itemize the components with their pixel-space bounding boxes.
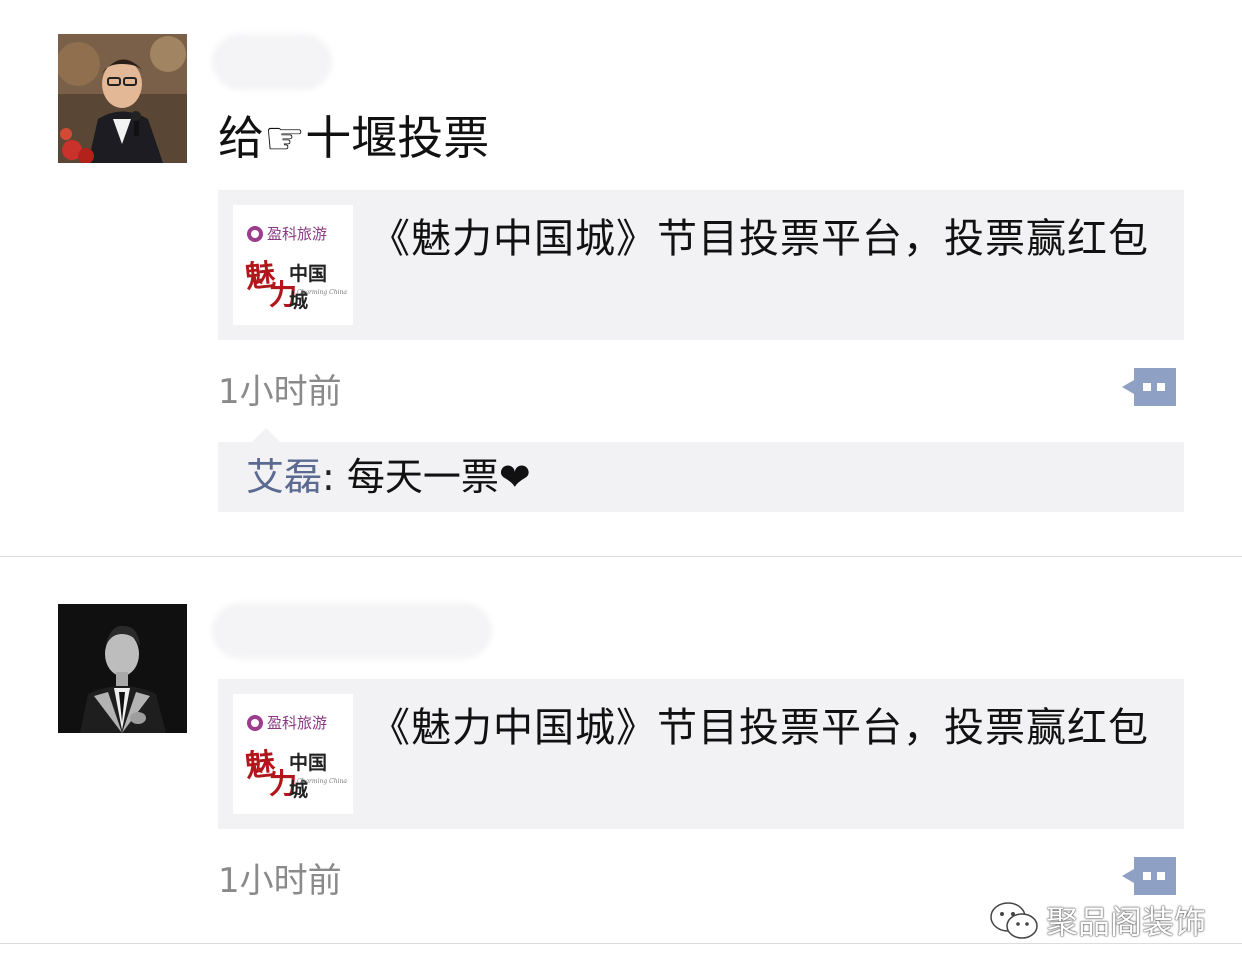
brand-label: 盈科旅游 (267, 714, 328, 732)
watermark: 聚品阁装饰 (988, 898, 1206, 942)
post-time: 1小时前 (218, 372, 342, 412)
comments-caret (252, 428, 280, 442)
comment-separator: : (322, 455, 347, 499)
logo-char: 中国城 (289, 263, 328, 312)
post-text: 给☞十堰投票 (218, 111, 490, 165)
link-card[interactable]: 盈科旅游 魅 力 中国城 Charming China 《魅力中国城》节目投票平… (218, 679, 1184, 829)
moment-post: 盈科旅游 魅 力 中国城 Charming China 《魅力中国城》节目投票平… (0, 557, 1242, 943)
charming-china-logo: 魅 力 中国城 Charming China (244, 740, 347, 801)
link-title: 《魅力中国城》节目投票平台，投票赢红包 (370, 705, 1149, 751)
avatar[interactable] (58, 604, 187, 733)
brand-logo-icon (247, 225, 263, 242)
logo-subtitle: Charming China (297, 778, 347, 785)
charming-china-logo: 魅 力 中国城 Charming China (244, 251, 347, 312)
avatar[interactable] (58, 34, 187, 163)
link-thumbnail: 盈科旅游 魅 力 中国城 Charming China (233, 205, 353, 325)
logo-subtitle: Charming China (297, 289, 347, 296)
comment-author[interactable]: 艾磊 (246, 455, 322, 499)
author-name-blurred[interactable] (212, 603, 492, 659)
logo-char: 中国城 (289, 752, 328, 801)
comment-icon[interactable] (1120, 366, 1178, 408)
divider (0, 943, 1242, 944)
thumbnail-brand: 盈科旅游 (247, 712, 327, 733)
watermark-label: 聚品阁装饰 (1046, 903, 1207, 941)
author-name-blurred[interactable] (212, 34, 332, 90)
brand-label: 盈科旅游 (267, 225, 328, 243)
moment-post: 给☞十堰投票 盈科旅游 魅 力 中国城 Charming China 《魅力中国… (0, 0, 1242, 556)
brand-logo-icon (247, 714, 263, 731)
wechat-icon (990, 902, 1038, 939)
link-title: 《魅力中国城》节目投票平台，投票赢红包 (370, 216, 1149, 262)
comment-item[interactable]: 艾磊: 每天一票❤ (246, 450, 531, 504)
thumbnail-brand: 盈科旅游 (247, 223, 327, 244)
post-time: 1小时前 (218, 861, 342, 901)
comment-icon[interactable] (1120, 855, 1178, 897)
link-card[interactable]: 盈科旅游 魅 力 中国城 Charming China 《魅力中国城》节目投票平… (218, 190, 1184, 340)
comment-text: 每天一票❤ (346, 455, 531, 499)
link-thumbnail: 盈科旅游 魅 力 中国城 Charming China (233, 694, 353, 814)
comments-panel: 艾磊: 每天一票❤ (218, 442, 1184, 512)
